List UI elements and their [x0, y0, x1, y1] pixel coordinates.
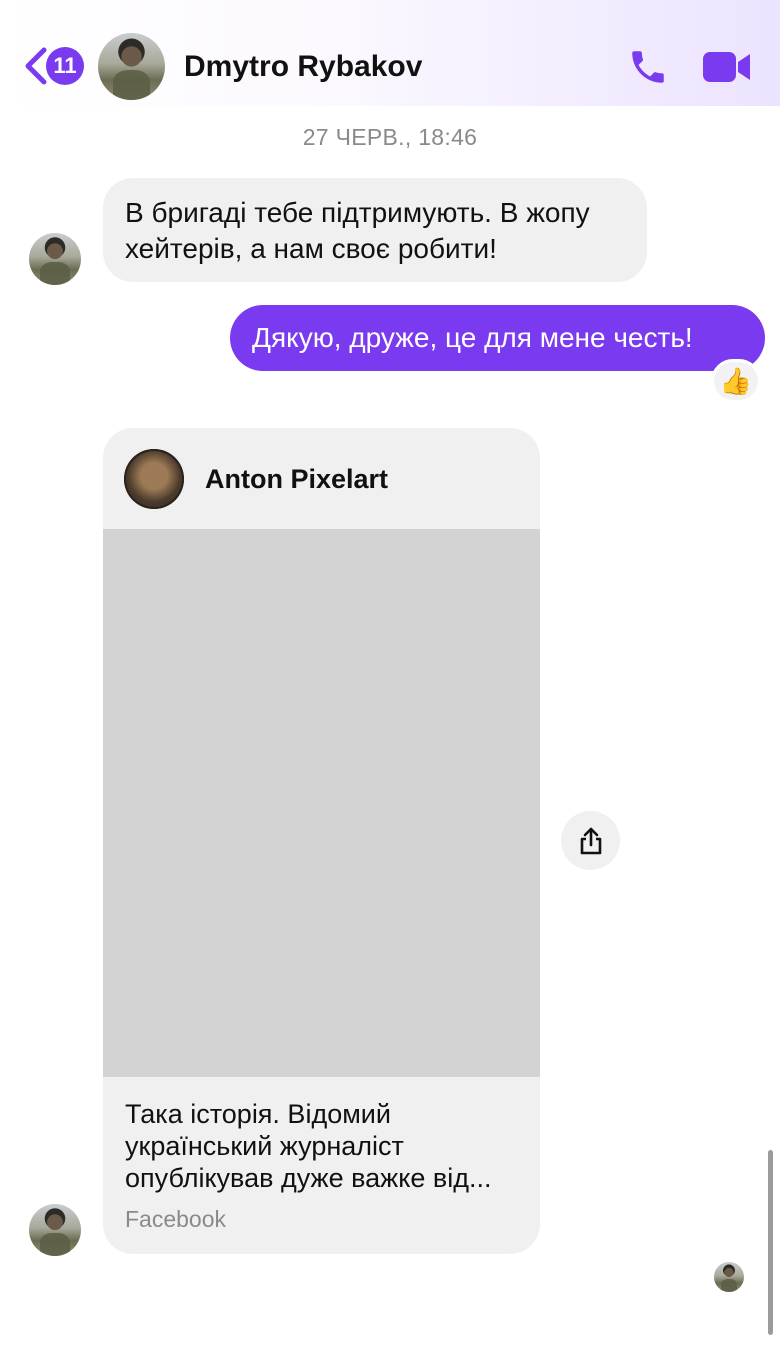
chat-header: 11 Dmytro Rybakov [0, 0, 780, 106]
sender-avatar[interactable] [29, 1204, 81, 1256]
contact-avatar[interactable] [98, 33, 165, 100]
back-button[interactable]: 11 [22, 46, 84, 86]
contact-name[interactable]: Dmytro Rybakov [184, 50, 422, 84]
shared-post-card[interactable]: Anton Pixelart Така історія. Відомий укр… [103, 428, 540, 1254]
message-timestamp: 27 ЧЕРВ., 18:46 [302, 124, 478, 150]
phone-icon [632, 51, 664, 83]
post-media-placeholder [103, 529, 540, 1077]
sender-avatar[interactable] [29, 233, 81, 285]
unread-count-badge: 11 [46, 47, 84, 85]
chevron-left-icon [25, 47, 47, 85]
post-author-avatar [124, 449, 184, 509]
scrollbar[interactable] [768, 1150, 773, 1335]
outgoing-message-bubble[interactable]: Дякую, друже, це для мене честь! [230, 305, 765, 371]
post-author-name: Anton Pixelart [205, 464, 389, 494]
voice-call-button[interactable] [627, 46, 669, 93]
read-receipt-avatar [714, 1262, 744, 1292]
video-call-button[interactable] [702, 50, 752, 89]
incoming-message-bubble[interactable]: В бригаді тебе підтримують. В жопу хейте… [103, 178, 647, 282]
share-icon [580, 827, 601, 854]
video-camera-icon [703, 52, 750, 82]
thumbs-up-reaction-icon[interactable]: 👍 [711, 359, 761, 403]
post-source: Facebook [125, 1206, 227, 1232]
post-preview-text: Така історія. Відомий український журнал… [125, 1099, 492, 1193]
share-button[interactable] [561, 811, 620, 870]
